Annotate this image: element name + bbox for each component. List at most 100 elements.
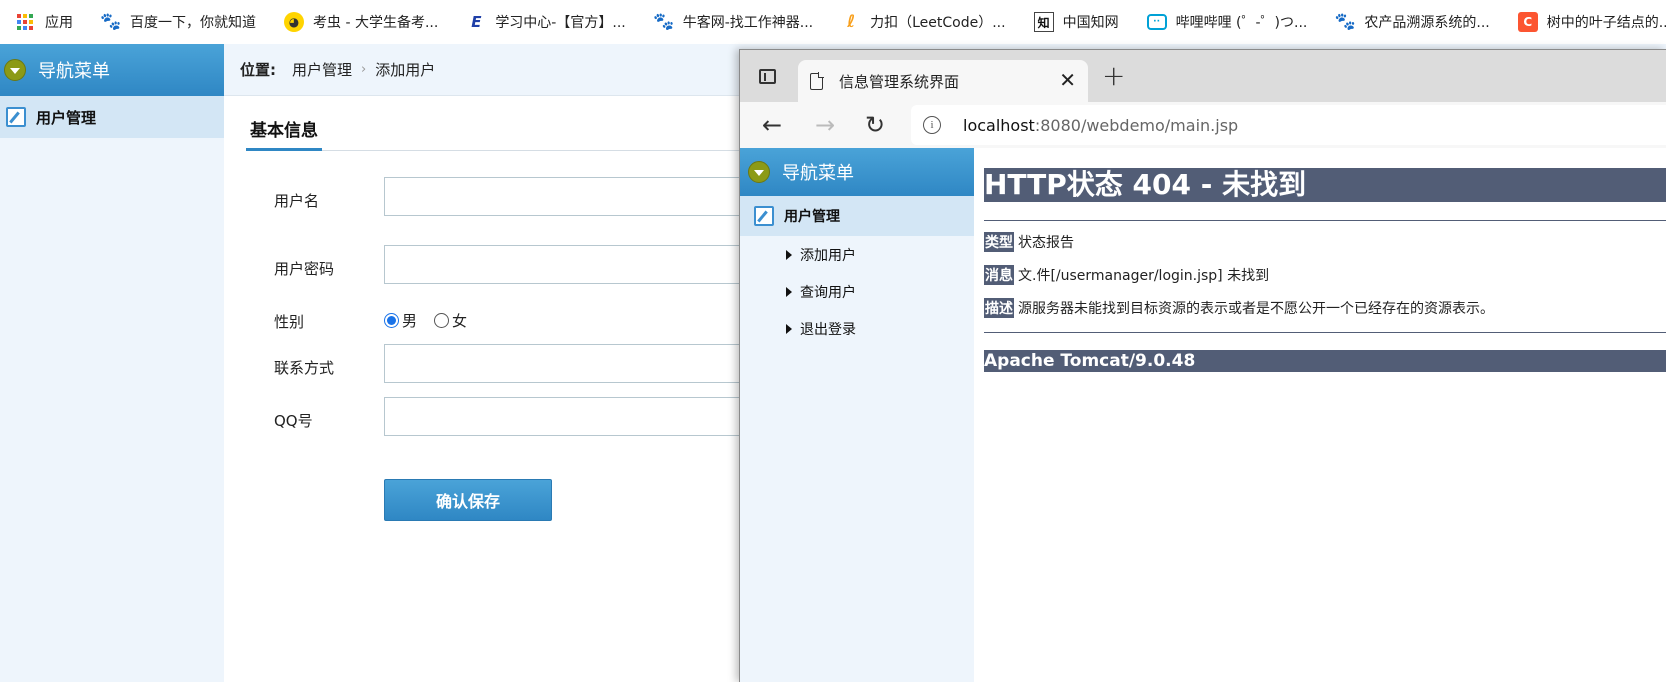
bookmark-baidu[interactable]: 🐾 百度一下，你就知道 <box>93 0 264 44</box>
back-button[interactable]: ← <box>757 110 787 140</box>
breadcrumb-label: 位置: <box>240 61 276 79</box>
menu-item-logout[interactable]: 退出登录 <box>740 310 974 347</box>
tab-basic-info[interactable]: 基本信息 <box>246 106 322 151</box>
kaochong-icon: ◕ <box>284 12 304 32</box>
divider <box>984 332 1666 333</box>
forward-button[interactable]: → <box>810 110 840 140</box>
divider <box>984 220 1666 221</box>
error-title: HTTP状态 404 - 未找到 <box>984 168 1666 202</box>
gender-label: 性别 <box>274 313 305 331</box>
inner-sidebar-header: 导航菜单 <box>740 148 974 196</box>
browser-toolbar: ← → ↻ i localhost :8080/webdemo/main.jsp <box>740 102 1666 148</box>
bookmark-nowcoder[interactable]: 🐾 牛客网-找工作神器... <box>646 0 821 44</box>
baidu-paw-icon: 🐾 <box>1334 12 1356 32</box>
tab-strip: 信息管理系统界面 ✕ + <box>740 50 1666 102</box>
password-label: 用户密码 <box>274 260 335 278</box>
breadcrumb-current: 添加用户 <box>375 61 436 79</box>
error-type-label: 类型 <box>984 232 1014 252</box>
error-type-value: 状态报告 <box>1018 235 1074 251</box>
breadcrumb-parent[interactable]: 用户管理 <box>292 59 352 80</box>
error-message-value: 文.件[/usermanager/login.jsp] 未找到 <box>1018 268 1270 284</box>
close-icon[interactable]: ✕ <box>1059 70 1076 90</box>
contact-label: 联系方式 <box>274 359 335 377</box>
bookmark-csdn[interactable]: C 树中的叶子结点的... <box>1510 0 1666 44</box>
menu-item-query-user[interactable]: 查询用户 <box>740 273 974 310</box>
bilibili-icon: ·· <box>1146 14 1167 30</box>
bookmark-label: 哔哩哔哩 (゜-゜)つ... <box>1175 15 1308 31</box>
username-label: 用户名 <box>274 192 320 210</box>
error-message-row: 消息 文.件[/usermanager/login.jsp] 未找到 <box>984 265 1666 285</box>
new-tab-button[interactable]: + <box>1102 62 1125 90</box>
csdn-icon: C <box>1517 12 1538 32</box>
error-description-row: 描述 源服务器未能找到目标资源的表示或者是不愿公开一个已经存在的资源表示。 <box>984 298 1666 318</box>
browser-tab-title: 信息管理系统界面 <box>839 72 960 91</box>
gender-female-label: 女 <box>452 312 468 330</box>
error-message-label: 消息 <box>984 265 1014 285</box>
radio-checked-icon <box>384 313 399 328</box>
menu-item-add-user[interactable]: 添加用户 <box>740 236 974 273</box>
browser-window: 信息管理系统界面 ✕ + ← → ↻ i localhost :8080/web… <box>739 49 1666 682</box>
info-icon[interactable]: i <box>923 116 941 134</box>
bookmark-apps[interactable]: 应用 <box>8 0 81 44</box>
bookmark-cnki[interactable]: 知 中国知网 <box>1026 0 1127 44</box>
address-bar[interactable]: i localhost :8080/webdemo/main.jsp <box>911 105 1666 145</box>
workspaces-button[interactable] <box>756 65 778 87</box>
error-page: HTTP状态 404 - 未找到 类型 状态报告 消息 文.件[/userman… <box>984 168 1666 372</box>
bookmark-leetcode[interactable]: ℓ 力扣（LeetCode）... <box>833 0 1013 44</box>
nav-toggle-icon[interactable] <box>748 161 770 183</box>
bookmark-bilibili[interactable]: ·· 哔哩哔哩 (゜-゜)つ... <box>1139 0 1316 44</box>
gender-male-radio[interactable]: 男 <box>384 310 417 331</box>
sidebar: 导航菜单 用户管理 <box>0 44 224 682</box>
bookmarks-bar: 应用 🐾 百度一下，你就知道 ◕ 考虫 - 大学生备考... E 学习中心-【官… <box>0 0 1666 44</box>
error-description-value: 源服务器未能找到目标资源的表示或者是不愿公开一个已经存在的资源表示。 <box>1018 301 1494 317</box>
edit-icon <box>6 107 26 127</box>
bookmark-label: 中国知网 <box>1062 15 1119 31</box>
leetcode-icon: ℓ <box>847 12 856 32</box>
error-type-row: 类型 状态报告 <box>984 232 1666 252</box>
nav-toggle-icon[interactable] <box>4 59 26 81</box>
bookmark-kaochong[interactable]: ◕ 考虫 - 大学生备考... <box>276 0 446 44</box>
radio-unchecked-icon <box>434 313 449 328</box>
gender-male-label: 男 <box>402 312 418 330</box>
bookmark-label: 应用 <box>45 15 73 31</box>
bookmark-traceability[interactable]: 🐾 农产品溯源系统的... <box>1327 0 1497 44</box>
bookmark-label: 考虫 - 大学生备考... <box>313 15 439 31</box>
bookmark-label: 学习中心-【官方】... <box>495 15 626 31</box>
save-button[interactable]: 确认保存 <box>384 479 552 521</box>
gender-female-radio[interactable]: 女 <box>434 310 467 331</box>
study-center-icon: E <box>471 13 482 31</box>
menu-item-label: 退出登录 <box>800 321 856 338</box>
inner-sidebar-title: 导航菜单 <box>782 163 854 184</box>
baidu-paw-icon: 🐾 <box>100 12 122 32</box>
url-host: localhost <box>963 115 1035 135</box>
inner-sidebar-item-label: 用户管理 <box>784 209 840 225</box>
bookmark-label: 农产品溯源系统的... <box>1364 15 1490 31</box>
menu-item-label: 查询用户 <box>800 284 856 301</box>
edit-icon <box>754 206 774 226</box>
apps-grid-icon <box>16 12 36 32</box>
breadcrumb-separator: › <box>361 62 367 77</box>
browser-tab[interactable]: 信息管理系统界面 ✕ <box>798 60 1088 102</box>
caret-right-icon <box>786 323 792 334</box>
bookmark-label: 百度一下，你就知道 <box>130 15 256 31</box>
inner-sidebar-item-user-management[interactable]: 用户管理 <box>740 196 974 236</box>
sidebar-item-label: 用户管理 <box>36 108 97 127</box>
server-footer: Apache Tomcat/9.0.48 <box>984 350 1666 372</box>
url-path: :8080/webdemo/main.jsp <box>1034 115 1239 135</box>
page-icon <box>810 71 824 90</box>
sidebar-panel-icon <box>758 68 776 84</box>
bookmark-label: 牛客网-找工作神器... <box>682 15 814 31</box>
inner-sidebar: 导航菜单 用户管理 添加用户 查询用户 退出登录 <box>740 148 974 682</box>
caret-right-icon <box>786 286 792 297</box>
menu-item-label: 添加用户 <box>800 247 856 264</box>
cnki-icon: 知 <box>1033 12 1054 32</box>
sidebar-title: 导航菜单 <box>38 61 110 82</box>
sidebar-item-user-management[interactable]: 用户管理 <box>0 96 224 138</box>
reload-button[interactable]: ↻ <box>860 110 890 140</box>
bookmark-label: 力扣（LeetCode）... <box>870 15 1006 31</box>
bookmark-label: 树中的叶子结点的... <box>1546 15 1666 31</box>
qq-label: QQ号 <box>274 412 313 430</box>
bookmark-study-center[interactable]: E 学习中心-【官方】... <box>458 0 633 44</box>
caret-right-icon <box>786 249 792 260</box>
sidebar-header: 导航菜单 <box>0 44 224 96</box>
